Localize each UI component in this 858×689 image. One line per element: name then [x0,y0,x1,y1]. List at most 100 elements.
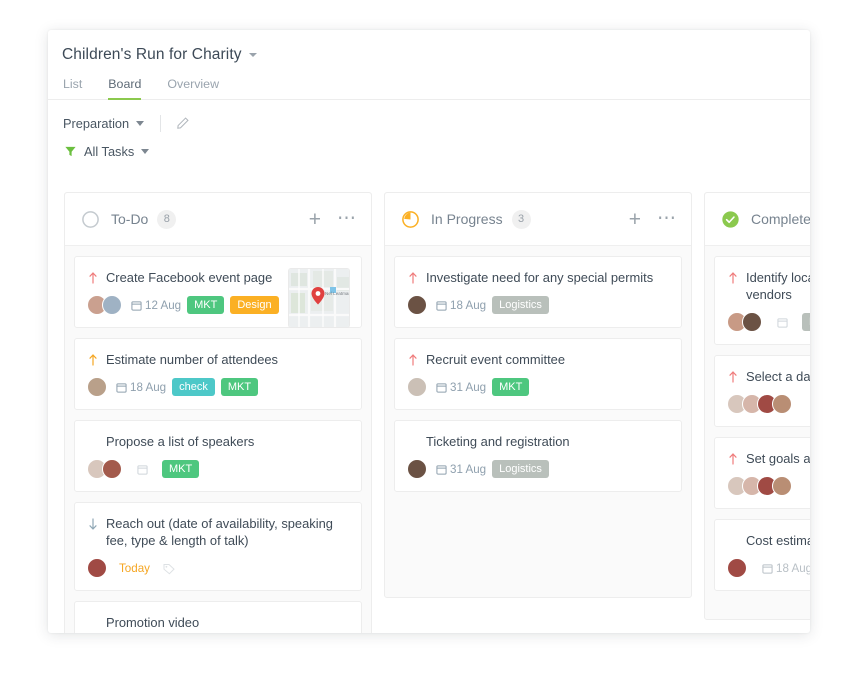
column-count: 3 [511,209,531,229]
calendar-icon [137,464,148,475]
calendar-icon [436,382,447,393]
task-card[interactable]: Select a date [714,355,810,427]
calendar-icon [131,300,142,311]
chevron-down-icon [136,121,145,126]
column-header: To-Do 8 + ⋯ [65,193,371,246]
tab-list[interactable]: List [63,77,82,100]
view-tabs: List Board Overview [63,77,810,100]
task-card[interactable]: Identify location and vendors L [714,256,810,345]
tag-outline-icon[interactable] [163,562,175,575]
tab-board[interactable]: Board [108,77,142,100]
add-task-button[interactable]: + [629,209,641,230]
due-date-text: 18 Aug [450,298,487,312]
task-title: Cost estimates a [746,533,810,548]
tag-badge[interactable]: Logistics [492,460,549,478]
toolbar-divider [160,115,162,132]
task-title: Reach out (date of availability, speakin… [106,516,333,548]
task-card[interactable]: Set goals and ob [714,437,810,509]
pie-progress-icon [401,210,420,229]
task-title: Create Facebook event page [106,270,273,285]
task-card[interactable]: Ticketing and registration 31 Aug Logist… [394,420,682,492]
tag-badge[interactable]: Logistics [492,296,549,314]
calendar-icon [762,563,773,574]
task-title: Identify location and vendors [746,270,810,302]
assignee-avatars[interactable] [727,476,792,496]
column-menu-button[interactable]: ⋯ [657,209,677,228]
task-title: Investigate need for any special permits [426,270,654,285]
avatar [87,377,107,397]
task-card[interactable]: Reach out (date of availability, speakin… [74,502,362,591]
chevron-down-icon[interactable] [248,53,257,57]
assignee-avatars[interactable] [87,459,122,479]
tab-overview[interactable]: Overview [167,77,219,100]
task-title: Ticketing and registration [426,434,570,449]
funnel-icon [64,145,77,158]
map-thumbnail[interactable]: Nel Leatman Sq [288,268,350,328]
calendar-icon [116,382,127,393]
assignee-avatars[interactable] [727,312,762,332]
chevron-down-icon [141,149,150,154]
due-date-text: 31 Aug [450,380,487,394]
column-title: In Progress [431,211,503,227]
task-card[interactable]: Promotion video Design [74,601,362,633]
task-title: Estimate number of attendees [106,352,278,367]
tag-badge[interactable]: MKT [187,296,225,314]
task-card[interactable]: Create Facebook event page 12 Aug MKT De… [74,256,362,328]
pencil-icon[interactable] [175,116,190,131]
assignee-avatars[interactable] [87,377,107,397]
app-window: Children's Run for Charity List Board Ov… [48,30,810,633]
priority-low-icon [87,517,99,531]
task-title: Select a date [746,369,810,384]
tag-badge[interactable]: MKT [492,378,530,396]
tag-badge[interactable]: MKT [162,460,200,478]
column-title: To-Do [111,211,149,227]
column-count: 8 [157,209,177,229]
tag-badge[interactable]: check [172,378,215,396]
task-card[interactable]: Recruit event committee 31 Aug MKT [394,338,682,410]
column-cards: Create Facebook event page 12 Aug MKT De… [65,246,371,633]
add-task-button[interactable]: + [309,209,321,230]
board-toolbar: Preparation All Tasks [48,100,810,159]
tag-badge[interactable]: MKT [220,378,259,396]
due-date-text: Today [119,561,150,575]
priority-high-icon [407,353,419,367]
assignee-avatars[interactable] [407,295,427,315]
assignee-avatars[interactable] [407,459,427,479]
tag-badge[interactable]: Design [230,296,279,314]
avatar [102,295,122,315]
assignee-avatars[interactable] [727,394,792,414]
filter-control[interactable]: All Tasks [64,144,810,159]
priority-high-icon [727,271,739,285]
phase-select[interactable]: Preparation [63,116,145,131]
task-title: Set goals and ob [746,451,810,466]
task-card[interactable]: Investigate need for any special permits… [394,256,682,328]
task-title: Propose a list of speakers [106,434,255,449]
empty-circle-icon [81,210,100,229]
avatar [407,295,427,315]
priority-high-icon [407,271,419,285]
assignee-avatars[interactable] [407,377,427,397]
due-date: 12 Aug [131,299,181,312]
task-card[interactable]: Estimate number of attendees 18 Aug chec… [74,338,362,410]
avatar [87,558,107,578]
app-header: Children's Run for Charity List Board Ov… [48,30,810,100]
due-date-text: 31 Aug [450,462,487,476]
avatar [772,476,792,496]
tag-badge[interactable]: L [802,313,810,331]
assignee-avatars[interactable] [87,295,122,315]
project-title-row[interactable]: Children's Run for Charity [62,46,810,64]
page-title: Children's Run for Charity [62,46,242,63]
kanban-board: To-Do 8 + ⋯ Create Facebook event page 1… [48,180,810,633]
assignee-avatars[interactable] [727,558,747,578]
task-card[interactable]: Cost estimates a 18 Aug [714,519,810,591]
due-date [137,464,148,475]
assignee-avatars[interactable] [87,558,107,578]
column-menu-button[interactable]: ⋯ [337,209,357,228]
task-card[interactable]: Propose a list of speakers MKT [74,420,362,492]
filter-label: All Tasks [84,144,135,159]
column-cards: Investigate need for any special permits… [385,246,691,511]
avatar [407,377,427,397]
column-header: In Progress 3 + ⋯ [385,193,691,246]
due-date-text: 12 Aug [145,298,182,312]
priority-medium-icon [87,353,99,367]
